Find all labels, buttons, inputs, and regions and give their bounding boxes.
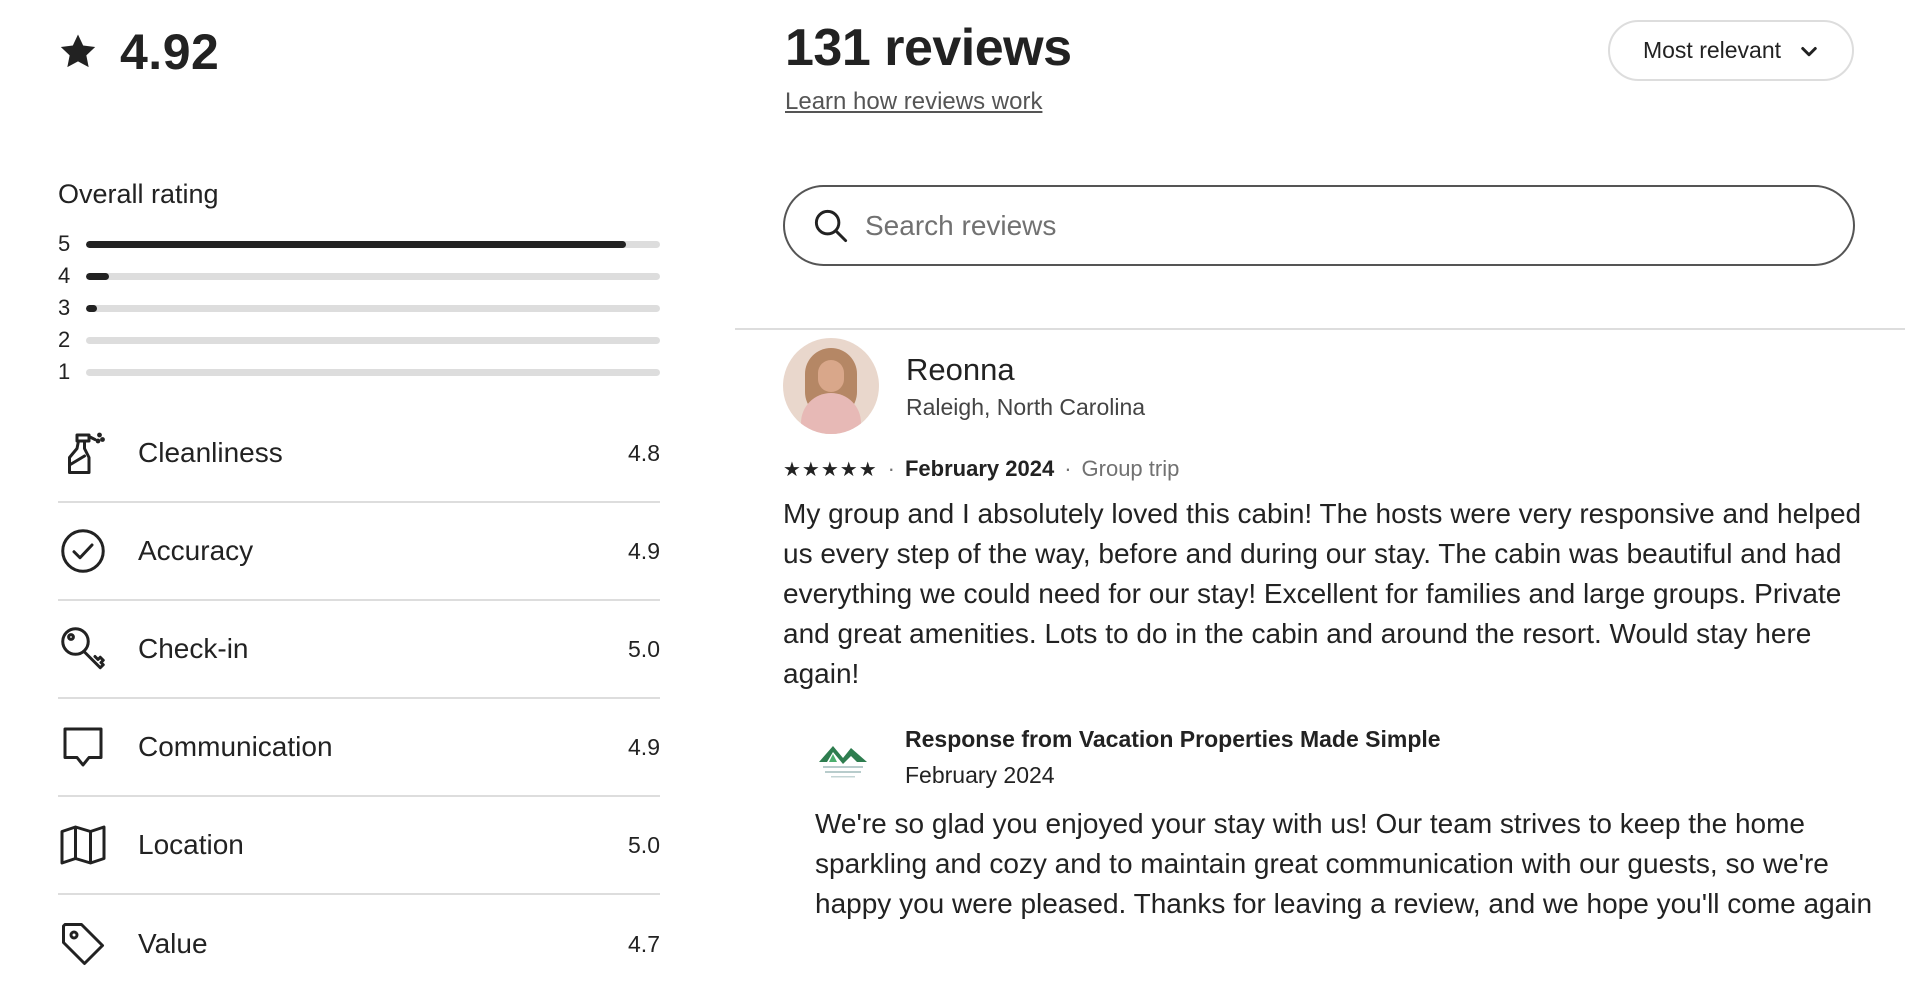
- distribution-bar: [86, 272, 660, 280]
- distribution-star-count: 2: [58, 327, 71, 352]
- rating-score: 4.92: [120, 24, 220, 80]
- category-name: Cleanliness: [138, 437, 283, 468]
- divider: [735, 328, 1905, 330]
- response-text: We're so glad you enjoyed your stay with…: [815, 808, 1873, 919]
- review-date: February 2024: [904, 456, 1055, 481]
- category-communication: Communication 4.9: [58, 699, 660, 797]
- distribution-bar: [86, 304, 660, 312]
- review-stars: ★★★★★: [783, 458, 878, 481]
- chat-bubble-icon: [58, 722, 108, 772]
- review-text: My group and I absolutely loved this cab…: [783, 498, 1862, 689]
- distribution-bar: [86, 240, 660, 248]
- reviewer-location: Raleigh, North Carolina: [906, 394, 1146, 420]
- separator-dot: ·: [1064, 456, 1072, 481]
- distribution-row: 5: [58, 228, 660, 260]
- response-date: February 2024: [905, 762, 1055, 788]
- category-cleanliness: Cleanliness 4.8: [58, 405, 660, 503]
- tag-icon: [58, 919, 108, 969]
- category-score: 5.0: [628, 831, 660, 858]
- category-score: 4.8: [628, 439, 660, 466]
- reviews-count: 131 reviews: [785, 19, 1072, 77]
- map-icon: [58, 820, 108, 870]
- avatar[interactable]: [783, 338, 879, 434]
- distribution-bar: [86, 336, 660, 344]
- sort-dropdown[interactable]: Most relevant: [1608, 20, 1854, 81]
- category-score: 4.9: [628, 537, 660, 564]
- category-name: Communication: [138, 731, 333, 762]
- distribution-row: 1: [58, 356, 660, 388]
- separator-dot: ·: [887, 456, 895, 481]
- distribution-star-count: 3: [58, 295, 71, 320]
- response-from: Response from Vacation Properties Made S…: [905, 726, 1441, 752]
- distribution-row: 2: [58, 324, 660, 356]
- search-reviews-input[interactable]: [865, 209, 1765, 242]
- learn-how-reviews-work-link[interactable]: Learn how reviews work: [785, 88, 1042, 116]
- reviewer-name: Reonna: [906, 352, 1015, 387]
- sort-label: Most relevant: [1642, 37, 1782, 63]
- distribution-bar-fill: [86, 240, 626, 248]
- distribution-star-count: 5: [58, 231, 71, 256]
- category-name: Value: [138, 928, 208, 959]
- category-ratings: Cleanliness 4.8 Accuracy 4.9 Check-in 5.…: [58, 405, 660, 993]
- category-name: Accuracy: [138, 535, 254, 566]
- distribution-row: 3: [58, 292, 660, 324]
- category-score: 4.7: [628, 930, 660, 957]
- category-name: Location: [138, 829, 244, 860]
- review-meta: ★★★★★ · February 2024 · Group trip: [783, 456, 1179, 482]
- check-circle-icon: [58, 526, 108, 576]
- category-accuracy: Accuracy 4.9: [58, 503, 660, 601]
- host-logo: [819, 746, 867, 778]
- category-name: Check-in: [138, 633, 249, 664]
- distribution-bar: [86, 368, 660, 376]
- star-icon: [58, 32, 98, 72]
- category-check-in: Check-in 5.0: [58, 601, 660, 699]
- distribution-star-count: 4: [58, 263, 71, 288]
- search-reviews-box[interactable]: [783, 185, 1855, 266]
- category-score: 5.0: [628, 635, 660, 662]
- overall-rating-label: Overall rating: [58, 179, 219, 209]
- distribution-star-count: 1: [58, 359, 71, 384]
- distribution-bar-fill: [86, 304, 98, 312]
- rating-distribution: 5 4 3 2 1: [58, 228, 660, 388]
- search-icon: [814, 209, 848, 242]
- trip-type: Group trip: [1081, 456, 1180, 481]
- distribution-bar-fill: [86, 272, 109, 280]
- key-icon: [58, 624, 108, 674]
- category-location: Location 5.0: [58, 797, 660, 895]
- overall-score: 4.92: [58, 22, 219, 82]
- distribution-row: 4: [58, 260, 660, 292]
- category-score: 4.9: [628, 733, 660, 760]
- chevron-down-icon: [1801, 46, 1817, 56]
- spray-bottle-icon: [58, 428, 108, 478]
- category-value: Value 4.7: [58, 895, 660, 993]
